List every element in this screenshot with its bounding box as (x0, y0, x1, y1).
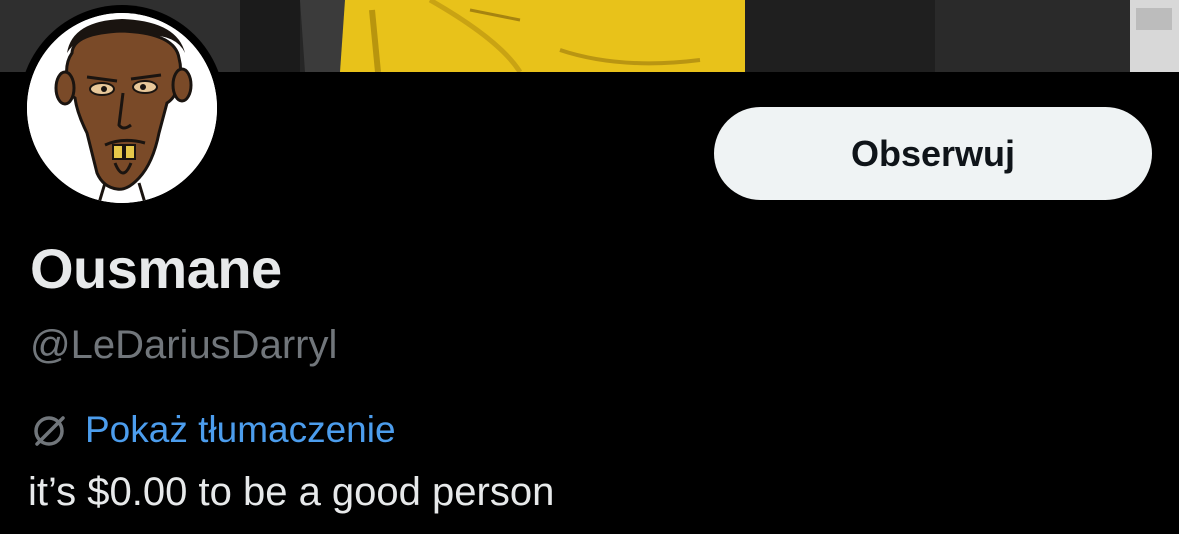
globe-slash-icon (30, 411, 68, 449)
avatar[interactable] (19, 5, 225, 211)
display-name: Ousmane (30, 237, 282, 300)
translate-label[interactable]: Pokaż tłumaczenie (85, 409, 396, 451)
avatar-image (27, 13, 217, 203)
follow-button[interactable]: Obserwuj (714, 107, 1152, 200)
user-handle: @LeDariusDarryl (30, 323, 338, 367)
translate-link[interactable]: Pokaż tłumaczenie (30, 409, 396, 451)
profile-bio: it’s $0.00 to be a good person (28, 470, 555, 514)
